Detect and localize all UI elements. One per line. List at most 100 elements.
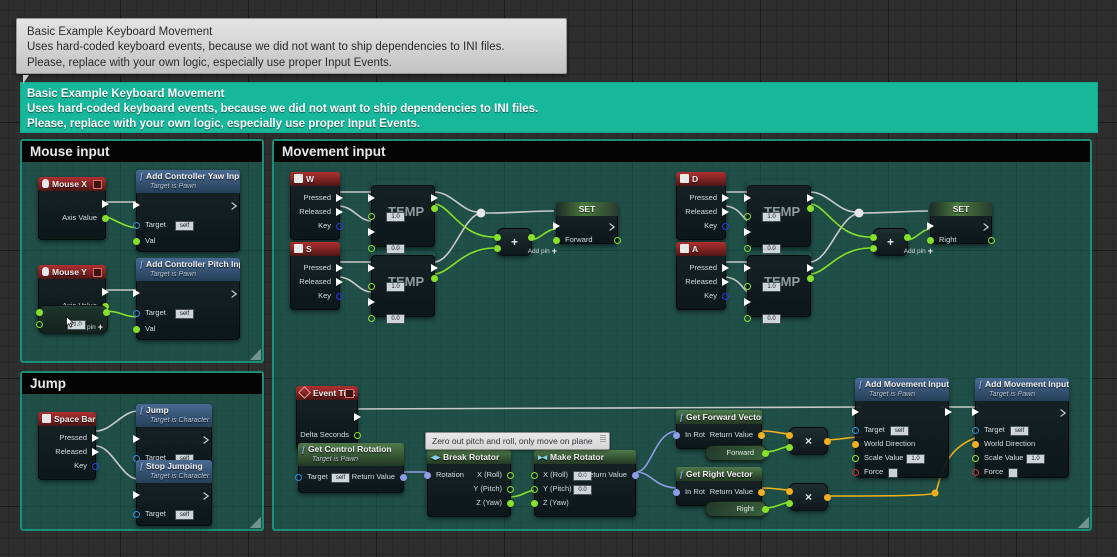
pin-row-exec-a[interactable]: [744, 191, 814, 205]
pin-row-exec[interactable]: [133, 286, 239, 300]
exec-out-pin[interactable]: [807, 264, 814, 272]
pin-row-forward[interactable]: Forward: [553, 233, 621, 247]
pin-row-axis-value[interactable]: Axis Value: [39, 211, 109, 225]
right-out-pin[interactable]: [988, 237, 995, 244]
released-pin[interactable]: [336, 208, 343, 216]
pin-row-exec-a[interactable]: [368, 191, 438, 205]
target-pin[interactable]: [133, 222, 140, 229]
node-multiply-right[interactable]: ×: [786, 483, 831, 511]
variable-get-right[interactable]: Right: [705, 501, 769, 517]
right-in-pin[interactable]: [927, 237, 934, 244]
pin-row-scale-value[interactable]: Scale Value 1.0: [852, 451, 948, 465]
pin-row-released[interactable]: Released: [677, 275, 729, 289]
node-multiply-forward[interactable]: ×: [786, 427, 831, 455]
pin-row-value-a[interactable]: 1.0: [744, 275, 814, 293]
pin-row-delta-seconds[interactable]: Delta Seconds: [297, 428, 361, 442]
released-pin[interactable]: [722, 278, 729, 286]
pin-row-target[interactable]: Target self: [852, 423, 948, 437]
pin-row-released[interactable]: Released: [291, 205, 343, 219]
node-break-rotator[interactable]: ◂▸ Break Rotator Rotation X (Roll) Y (Pit…: [424, 450, 514, 517]
pin-row-exec-out[interactable]: [297, 410, 361, 424]
target-value[interactable]: self: [331, 473, 350, 483]
exec-in-pin[interactable]: [133, 435, 140, 443]
exec-out-pin[interactable]: [231, 201, 238, 210]
pin-row-target[interactable]: Target self Return Value: [295, 470, 407, 484]
exec-in-pin-a[interactable]: [744, 194, 751, 202]
pin-row-exec-b[interactable]: [368, 295, 434, 309]
multiply-out-pin[interactable]: [824, 438, 831, 445]
key-pin[interactable]: [722, 223, 729, 230]
target-value[interactable]: self: [1010, 426, 1029, 436]
y-pitch-out-pin[interactable]: [507, 486, 514, 493]
value-a[interactable]: 1.0: [762, 282, 781, 292]
node-add-movement-input-right[interactable]: f Add Movement Input Target is Pawn Targe…: [972, 378, 1069, 478]
y-pitch-in-pin[interactable]: [531, 486, 538, 493]
comment-resize-handle[interactable]: [1078, 517, 1089, 528]
target-pin[interactable]: [133, 310, 140, 317]
exec-out-pin[interactable]: [807, 194, 814, 202]
return-value-pin[interactable]: [400, 474, 407, 481]
exec-out-pin[interactable]: [431, 264, 438, 272]
force-pin[interactable]: [852, 469, 859, 476]
x-roll-out-pin[interactable]: [507, 472, 514, 479]
exec-out-pin[interactable]: [983, 222, 990, 231]
pin-row-value-a[interactable]: 1.0: [368, 275, 438, 293]
node-event-tick[interactable]: Event Tick Delta Seconds: [296, 386, 361, 449]
pin-row-target[interactable]: Target self: [133, 218, 239, 232]
pin-row-exec[interactable]: [972, 405, 1068, 419]
add-in-pin-a[interactable]: [870, 234, 877, 241]
pin-row-val[interactable]: Val: [133, 234, 239, 248]
force-checkbox[interactable]: [888, 468, 898, 478]
exec-out-pin[interactable]: [945, 408, 952, 416]
pin-row-z-yaw[interactable]: Z (Yaw): [428, 496, 514, 510]
pin-row-world-direction[interactable]: World Direction: [852, 437, 948, 451]
delta-seconds-pin[interactable]: [354, 432, 361, 439]
x-roll-in-pin[interactable]: [531, 472, 538, 479]
return-value-pin[interactable]: [632, 472, 639, 479]
force-checkbox[interactable]: [1008, 468, 1018, 478]
value-out-pin[interactable]: [431, 205, 438, 212]
pressed-pin[interactable]: [92, 434, 99, 442]
pin-row-key[interactable]: Key: [677, 289, 729, 303]
value-out-pin[interactable]: [807, 275, 814, 282]
exec-in-pin[interactable]: [133, 491, 140, 499]
variable-get-forward[interactable]: Forward: [705, 445, 769, 461]
comment-resize-handle[interactable]: [250, 349, 261, 360]
node-add-movement-input-forward[interactable]: f Add Movement Input Target is Pawn Targe…: [852, 378, 952, 478]
pin-row-value-b[interactable]: 0.0: [368, 311, 434, 325]
pressed-pin[interactable]: [722, 194, 729, 202]
pin-row-right[interactable]: Right: [927, 233, 995, 247]
node-set-forward[interactable]: SET Forward: [553, 202, 621, 247]
exec-in-pin[interactable]: [133, 201, 140, 209]
delete-icon[interactable]: [93, 268, 102, 277]
pin-row-z-yaw[interactable]: Z (Yaw): [531, 496, 635, 510]
node-temp-d[interactable]: TEMP 1.0 0.0: [744, 180, 814, 254]
value-b[interactable]: 0.0: [762, 314, 781, 324]
node-mouse-x[interactable]: Mouse X Axis Value: [38, 177, 109, 240]
scale-value-pin[interactable]: [852, 455, 859, 462]
pin-row-key[interactable]: Key: [677, 219, 729, 233]
z-yaw-in-pin[interactable]: [531, 500, 538, 507]
axis-value-pin[interactable]: [102, 215, 109, 222]
value-out-pin[interactable]: [807, 205, 814, 212]
exec-in-pin-b[interactable]: [368, 228, 375, 236]
blueprint-canvas[interactable]: Mouse input Movement input Jump Basic Ex…: [0, 0, 1117, 557]
pin-row-pressed[interactable]: Pressed: [677, 191, 729, 205]
node-temp-a[interactable]: TEMP 1.0 0.0: [744, 250, 814, 324]
released-pin[interactable]: [336, 278, 343, 286]
exec-out-pin[interactable]: [102, 288, 109, 296]
target-pin[interactable]: [295, 474, 302, 481]
return-value-pin[interactable]: [758, 432, 765, 439]
pressed-pin[interactable]: [336, 194, 343, 202]
key-pin[interactable]: [336, 293, 343, 300]
pin-row-pressed[interactable]: Pressed: [291, 191, 343, 205]
exec-out-pin[interactable]: [203, 491, 210, 500]
target-pin[interactable]: [852, 427, 859, 434]
forward-in-pin[interactable]: [553, 237, 560, 244]
pin-row-value-b[interactable]: 0.0: [744, 311, 810, 325]
pin-row-pressed[interactable]: Pressed: [39, 431, 99, 445]
pin-row-scale-value[interactable]: Scale Value 1.0: [972, 451, 1068, 465]
delete-icon[interactable]: [345, 389, 354, 398]
pin-row-key[interactable]: Key: [291, 219, 343, 233]
z-yaw-out-pin[interactable]: [507, 500, 514, 507]
